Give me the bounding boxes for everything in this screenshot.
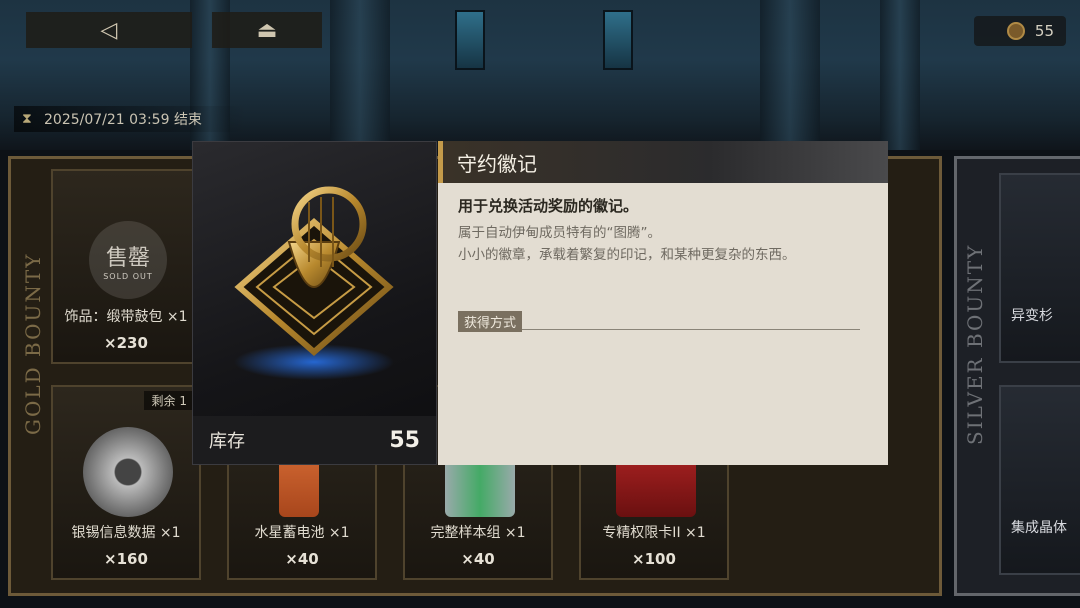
item-name: 完整样本组 ×1 <box>430 525 526 541</box>
home-button[interactable]: ⏏ <box>212 12 322 48</box>
stock-value: 55 <box>389 427 420 453</box>
item-description-line: 属于自动伊甸成员特有的“图腾”。 <box>458 225 661 241</box>
remaining-count: 剩余 1 <box>143 391 195 410</box>
home-icon: ⏏ <box>256 17 278 43</box>
data-disc-icon <box>83 427 173 517</box>
currency-value: 55 <box>1034 22 1054 40</box>
shop-item-card[interactable]: 集成晶体 <box>999 385 1080 575</box>
pillar-decoration <box>760 0 820 150</box>
event-end-time: 2025/07/21 03:59 结束 <box>44 112 202 128</box>
hourglass-icon: ⧗ <box>22 111 32 127</box>
window-decoration <box>603 10 633 70</box>
item-price: ×100 <box>632 550 676 568</box>
back-arrow-icon: ◁ <box>100 17 118 43</box>
obtain-method-label: 获得方式 <box>458 311 523 332</box>
oath-badge-icon <box>234 186 394 380</box>
item-price: ×40 <box>285 550 319 568</box>
item-detail-panel: 守约徽记 用于兑换活动奖励的徽记。 属于自动伊甸成员特有的“图腾”。 小小的徽章… <box>438 141 888 465</box>
item-price: ×160 <box>104 550 148 568</box>
item-title-bar: 守约徽记 <box>438 141 888 183</box>
item-name: 饰品：缎带鼓包 ×1 <box>64 309 188 325</box>
item-preview-panel: 库存 55 <box>192 141 437 465</box>
stock-label: 库存 <box>209 431 245 452</box>
item-price: ×230 <box>104 334 148 352</box>
badge-currency-icon <box>1006 22 1025 40</box>
shop-item-card[interactable]: 售罄 SOLD OUT 饰品：缎带鼓包 ×1 ×230 <box>51 169 201 364</box>
gold-bounty-label: GOLD BOUNTY <box>21 252 45 436</box>
stock-bar: 库存 55 <box>193 416 436 464</box>
pillar-decoration <box>880 0 920 150</box>
silver-bounty-panel: SILVER BOUNTY 异变杉 集成晶体 <box>954 156 1080 596</box>
item-price: ×40 <box>461 550 495 568</box>
sold-out-stamp: 售罄 SOLD OUT <box>89 221 167 299</box>
item-name: 专精权限卡II ×1 <box>602 525 706 541</box>
event-timer: ⧗ 2025/07/21 03:59 结束 <box>14 106 248 132</box>
item-description-main: 用于兑换活动奖励的徽记。 <box>458 197 639 215</box>
item-name: 异变杉 <box>1011 308 1053 324</box>
pillar-decoration <box>330 0 390 150</box>
item-name: 集成晶体 <box>1011 520 1067 536</box>
item-title: 守约徽记 <box>457 151 537 176</box>
silver-bounty-label: SILVER BOUNTY <box>963 243 987 445</box>
shop-item-card[interactable]: 剩余 1 银锡信息数据 ×1 ×160 <box>51 385 201 580</box>
obtain-method-section: 获得方式 <box>458 311 860 332</box>
currency-display: 55 <box>974 16 1066 46</box>
item-name: 水星蓄电池 ×1 <box>254 525 350 541</box>
item-description-line: 小小的徽章，承载着繁复的印记，和某种更复杂的东西。 <box>458 247 796 263</box>
back-button[interactable]: ◁ <box>26 12 192 48</box>
shop-item-card[interactable]: 异变杉 <box>999 173 1080 363</box>
window-decoration <box>455 10 485 70</box>
item-name: 银锡信息数据 ×1 <box>71 525 181 541</box>
